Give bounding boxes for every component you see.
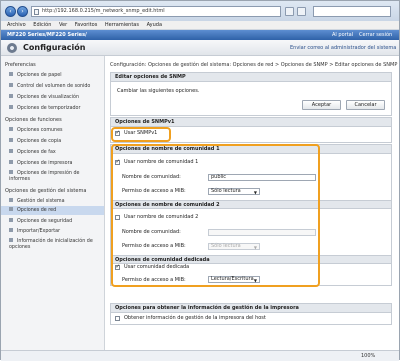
mgmt-info-title: Opciones para obtener la información de … bbox=[111, 304, 391, 313]
snmpv1-highlight bbox=[111, 127, 171, 142]
bullet-icon bbox=[9, 72, 13, 76]
sidebar-item-label: Gestión del sistema bbox=[17, 199, 65, 204]
stop-icon[interactable] bbox=[297, 7, 306, 16]
bullet-icon bbox=[9, 198, 13, 202]
sidebar-item-label: Opciones de red bbox=[17, 208, 57, 213]
page-icon bbox=[34, 9, 39, 15]
bullet-icon bbox=[9, 228, 13, 232]
browser-menu-bar: Archivo Edición Ver Favoritos Herramient… bbox=[1, 21, 399, 30]
snmpv1-title: Opciones de SNMPv1 bbox=[111, 118, 391, 127]
sidebar-item-security[interactable]: Opciones de seguridad bbox=[9, 218, 72, 225]
gear-icon bbox=[7, 43, 17, 53]
menu-ver[interactable]: Ver bbox=[53, 21, 67, 30]
bullet-icon bbox=[9, 238, 13, 242]
bullet-icon bbox=[9, 149, 13, 153]
sidebar-item-volume[interactable]: Control del volumen de sonido bbox=[9, 83, 90, 90]
browser-window: ‹ › http://192.168.0.215/m_network_snmp_… bbox=[0, 0, 400, 361]
sidebar-section-functions: Opciones de funciones bbox=[5, 117, 62, 123]
sidebar-item-import-export[interactable]: Importar/Exportar bbox=[9, 228, 60, 235]
browser-toolbar: ‹ › http://192.168.0.215/m_network_snmp_… bbox=[1, 1, 399, 21]
breadcrumb: Configuración: Opciones de gestión del s… bbox=[110, 62, 398, 68]
portal-link[interactable]: Al portal bbox=[332, 30, 353, 40]
edit-panel: Editar opciones de SNMP Cambiar las sigu… bbox=[110, 72, 392, 116]
sidebar-item-label: Información de inicialización de opcione… bbox=[9, 239, 93, 250]
search-input[interactable] bbox=[313, 6, 391, 17]
ok-button[interactable]: Aceptar bbox=[302, 100, 341, 110]
bullet-icon bbox=[9, 127, 13, 131]
menu-favoritos[interactable]: Favoritos bbox=[69, 21, 98, 30]
sidebar-item-label: Opciones de temporizador bbox=[17, 106, 81, 111]
status-bar: 100% bbox=[1, 350, 399, 361]
sidebar-item-network[interactable]: Opciones de red bbox=[1, 206, 104, 215]
bullet-icon bbox=[9, 218, 13, 222]
sidebar-item-label: Opciones de impresión de informes bbox=[9, 171, 80, 182]
sidebar-item-report-print[interactable]: Opciones de impresión de informes bbox=[9, 170, 101, 183]
sidebar-item-paper[interactable]: Opciones de papel bbox=[9, 72, 62, 79]
sidebar-item-label: Opciones de papel bbox=[17, 73, 62, 78]
sidebar-item-display[interactable]: Opciones de visualización bbox=[9, 94, 79, 101]
obtain-info-label: Obtener información de gestión de la imp… bbox=[124, 315, 266, 321]
bullet-icon bbox=[9, 105, 13, 109]
logout-link[interactable]: Cerrar sesión bbox=[359, 30, 392, 40]
menu-ayuda[interactable]: Ayuda bbox=[141, 21, 162, 30]
sidebar-item-copy[interactable]: Opciones de copia bbox=[9, 138, 61, 145]
forward-icon[interactable]: › bbox=[17, 6, 28, 17]
sidebar: Preferencias Opciones de papel Control d… bbox=[1, 56, 105, 361]
menu-edicion[interactable]: Edición bbox=[27, 21, 51, 30]
page-header: Configuración Enviar correo al administr… bbox=[1, 40, 399, 56]
bullet-icon bbox=[9, 83, 13, 87]
sidebar-item-label: Opciones de fax bbox=[17, 150, 56, 155]
mgmt-info-section: Opciones para obtener la información de … bbox=[110, 303, 392, 325]
sidebar-item-label: Control del volumen de sonido bbox=[17, 84, 91, 89]
bullet-icon bbox=[9, 207, 13, 211]
menu-herramientas[interactable]: Herramientas bbox=[99, 21, 139, 30]
sidebar-item-printer[interactable]: Opciones de impresora bbox=[9, 160, 72, 167]
address-bar[interactable]: http://192.168.0.215/m_network_snmp_edit… bbox=[31, 6, 281, 17]
edit-panel-title: Editar opciones de SNMP bbox=[111, 73, 391, 82]
menu-archivo[interactable]: Archivo bbox=[1, 21, 26, 30]
obtain-info-checkbox[interactable] bbox=[115, 316, 120, 321]
bullet-icon bbox=[9, 170, 13, 174]
community-highlight bbox=[111, 144, 320, 287]
address-url: http://192.168.0.215/m_network_snmp_edit… bbox=[42, 8, 165, 14]
sidebar-item-label: Opciones de seguridad bbox=[17, 219, 73, 224]
sidebar-item-fax[interactable]: Opciones de fax bbox=[9, 149, 56, 156]
sidebar-item-timer[interactable]: Opciones de temporizador bbox=[9, 105, 80, 112]
instruction-text: Cambiar las siguientes opciones. bbox=[117, 88, 200, 94]
sidebar-section-preferences: Preferencias bbox=[5, 62, 36, 68]
bullet-icon bbox=[9, 94, 13, 98]
page-title: Configuración bbox=[23, 43, 86, 52]
sidebar-item-init-info[interactable]: Información de inicialización de opcione… bbox=[9, 238, 101, 251]
sidebar-item-system-mgmt[interactable]: Gestión del sistema bbox=[9, 198, 65, 205]
sidebar-section-system: Opciones de gestión del sistema bbox=[5, 188, 87, 194]
bullet-icon bbox=[9, 160, 13, 164]
sidebar-item-label: Opciones comunes bbox=[17, 128, 63, 133]
back-icon[interactable]: ‹ bbox=[5, 6, 16, 17]
sidebar-item-label: Opciones de visualización bbox=[17, 95, 79, 100]
device-header: MF220 Series/MF220 Series/ Al portal Cer… bbox=[1, 30, 399, 40]
bullet-icon bbox=[9, 138, 13, 142]
refresh-icon[interactable] bbox=[285, 7, 294, 16]
sidebar-item-label: Importar/Exportar bbox=[17, 229, 61, 234]
sidebar-item-label: Opciones de copia bbox=[17, 139, 62, 144]
cancel-button[interactable]: Cancelar bbox=[346, 100, 385, 110]
sidebar-item-label: Opciones de impresora bbox=[17, 161, 73, 166]
device-model: MF220 Series/MF220 Series/ bbox=[7, 32, 87, 38]
sidebar-item-common[interactable]: Opciones comunes bbox=[9, 127, 63, 134]
mail-admin-link[interactable]: Enviar correo al administrador del siste… bbox=[290, 40, 396, 56]
